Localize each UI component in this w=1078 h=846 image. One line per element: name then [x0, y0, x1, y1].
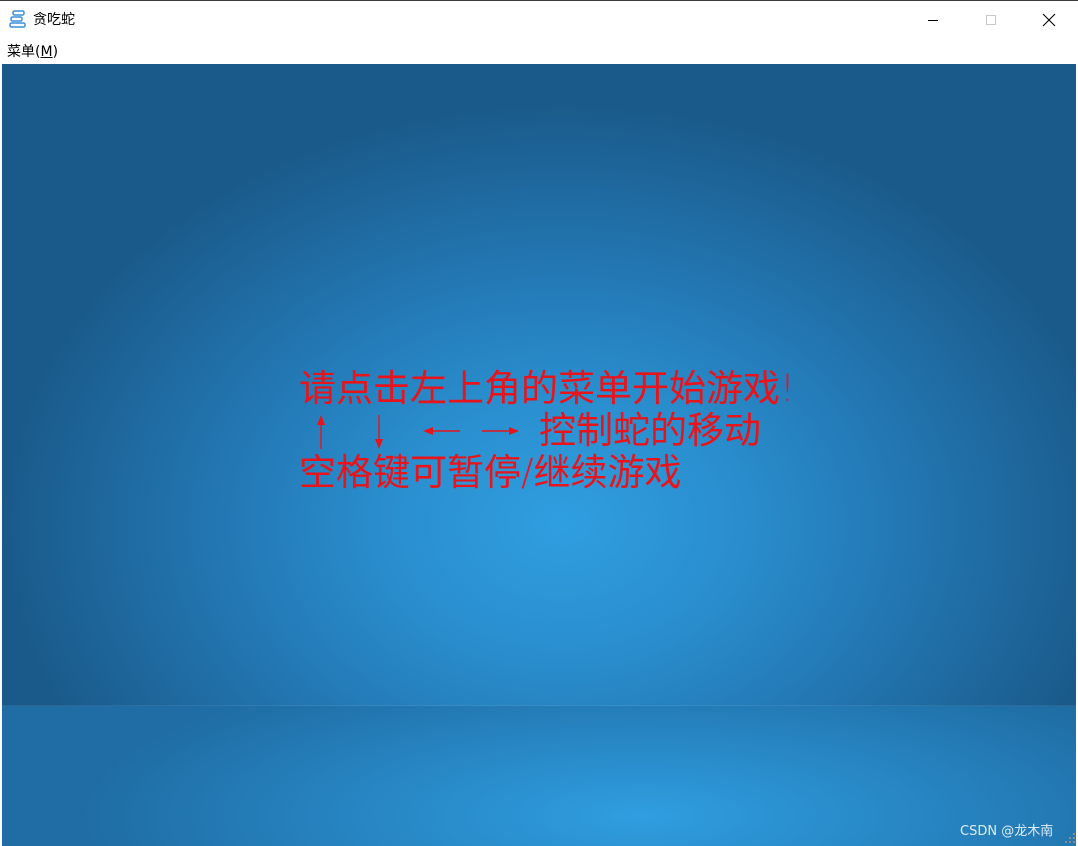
- close-icon: [1042, 13, 1056, 27]
- arrow-right-icon: [482, 427, 519, 435]
- arrow-left-icon: [423, 427, 460, 435]
- background-floor: [2, 706, 1076, 846]
- game-canvas[interactable]: 请点击左上角的菜单开始游戏! 控制蛇的移动 空格键可暂停/继续游戏 CSDN @…: [2, 64, 1076, 846]
- window-title: 贪吃蛇: [33, 12, 75, 28]
- instruction-pause: 空格键可暂停/继续游戏: [299, 451, 682, 494]
- instruction-start: 请点击左上角的菜单开始游戏!: [299, 367, 795, 410]
- title-bar[interactable]: 贪吃蛇: [0, 1, 1078, 39]
- game-window: 贪吃蛇 菜单(M) 请点击左上角的菜单开始游戏! 控制蛇的移动 空格键可暂停/继…: [0, 0, 1078, 846]
- instruction-controls: 控制蛇的移动: [539, 409, 761, 452]
- minimize-icon: [928, 20, 938, 21]
- arrow-up-icon: [317, 415, 325, 449]
- menu-item-menu[interactable]: 菜单(M): [7, 43, 58, 61]
- resize-grip-icon[interactable]: [1064, 832, 1076, 844]
- menu-bar: 菜单(M): [0, 39, 1078, 64]
- watermark: CSDN @龙木南: [960, 824, 1054, 839]
- arrow-keys-icons: [317, 415, 519, 449]
- minimize-button[interactable]: [904, 1, 962, 39]
- snake-app-icon: [9, 10, 26, 28]
- close-button[interactable]: [1020, 1, 1078, 39]
- maximize-icon: [986, 15, 996, 25]
- maximize-button[interactable]: [962, 1, 1020, 39]
- arrow-down-icon: [375, 415, 383, 449]
